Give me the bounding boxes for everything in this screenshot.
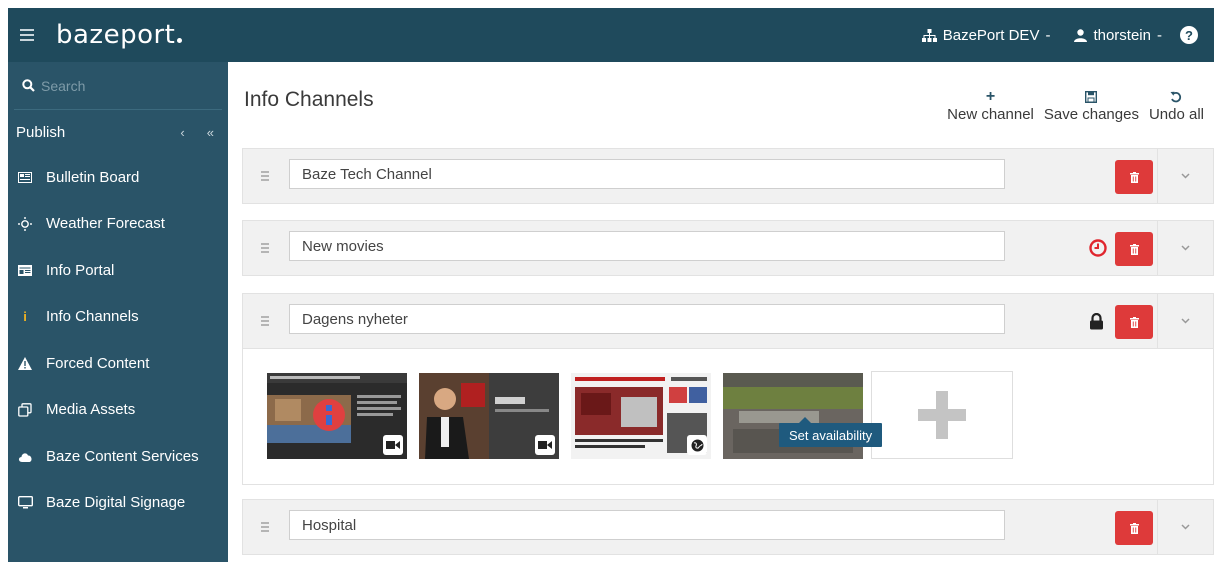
drag-handle-icon[interactable] bbox=[261, 522, 269, 534]
channel-name-input[interactable] bbox=[289, 510, 1005, 540]
chevron-down-icon bbox=[1181, 318, 1190, 324]
content-thumbnail[interactable] bbox=[571, 373, 711, 459]
user-label: thorstein bbox=[1093, 26, 1151, 44]
trash-icon bbox=[1129, 171, 1139, 183]
sidebar-item-label: Baze Content Services bbox=[46, 447, 199, 465]
menu-icon[interactable] bbox=[20, 29, 34, 41]
top-right-menu: BazePort DEV - thorstein - ? bbox=[910, 8, 1214, 62]
channel-name-input[interactable] bbox=[289, 304, 1005, 334]
plus-icon bbox=[918, 391, 966, 439]
channel-name-input[interactable] bbox=[289, 231, 1005, 261]
tenant-caret: - bbox=[1045, 26, 1051, 44]
set-availability-tooltip: Set availability bbox=[779, 417, 883, 447]
delete-channel-button[interactable] bbox=[1115, 511, 1153, 545]
logo-dot bbox=[177, 38, 183, 43]
main-content: Info Channels + New channel Save changes… bbox=[228, 62, 1214, 562]
channel-row bbox=[242, 499, 1214, 555]
monitor-icon bbox=[17, 496, 33, 509]
save-changes-label: Save changes bbox=[1043, 106, 1139, 123]
clock-icon[interactable] bbox=[1089, 239, 1107, 262]
sidebar-search bbox=[14, 62, 222, 110]
expand-channel-button[interactable] bbox=[1157, 294, 1213, 348]
undo-icon bbox=[1170, 91, 1182, 103]
sidebar-section-publish: Publish ‹ « bbox=[8, 110, 228, 154]
sidebar-item-label: Forced Content bbox=[46, 354, 150, 372]
expand-channel-button[interactable] bbox=[1157, 500, 1213, 554]
undo-all-label: Undo all bbox=[1148, 106, 1204, 123]
channel-name-input[interactable] bbox=[289, 159, 1005, 189]
lock-icon[interactable] bbox=[1089, 312, 1104, 335]
content-thumbnail[interactable] bbox=[267, 373, 407, 459]
chevron-down-icon bbox=[1181, 524, 1190, 530]
drag-handle-icon[interactable] bbox=[261, 171, 269, 183]
sidebar-item-label: Info Channels bbox=[46, 308, 139, 326]
sidebar-item-media-assets[interactable]: Media Assets bbox=[8, 387, 228, 434]
search-icon bbox=[22, 79, 35, 92]
sidebar-item-baze-content-services[interactable]: Baze Content Services bbox=[8, 433, 228, 480]
chevron-down-icon bbox=[1181, 173, 1190, 179]
page-title: Info Channels bbox=[244, 88, 374, 111]
sidebar-item-label: Media Assets bbox=[46, 401, 136, 419]
sidebar-item-info-channels[interactable]: i Info Channels bbox=[8, 294, 228, 341]
sidebar-item-info-portal[interactable]: Info Portal bbox=[8, 247, 228, 294]
info-icon: i bbox=[23, 309, 27, 325]
weather-icon bbox=[18, 216, 32, 231]
trash-icon bbox=[1129, 243, 1139, 255]
sidebar-item-baze-digital-signage[interactable]: Baze Digital Signage bbox=[8, 480, 228, 527]
toolbar: + New channel Save changes Undo all bbox=[947, 88, 1204, 123]
new-channel-button[interactable]: + New channel bbox=[947, 88, 1034, 123]
channel-row bbox=[242, 148, 1214, 204]
plus-icon: + bbox=[985, 88, 996, 105]
warning-icon bbox=[18, 356, 32, 370]
channel-row bbox=[242, 293, 1214, 349]
tenant-label: BazePort DEV bbox=[942, 26, 1040, 44]
drag-handle-icon[interactable] bbox=[261, 243, 269, 255]
channel-row bbox=[242, 220, 1214, 276]
sidebar-item-forced-content[interactable]: Forced Content bbox=[8, 340, 228, 387]
section-label: Publish bbox=[16, 123, 66, 141]
channel-content-panel: Set availability bbox=[242, 349, 1214, 485]
undo-all-button[interactable]: Undo all bbox=[1149, 88, 1204, 123]
collapse-all-icon[interactable]: « bbox=[207, 125, 214, 140]
sidebar-item-label: Baze Digital Signage bbox=[46, 494, 186, 512]
delete-channel-button[interactable] bbox=[1115, 232, 1153, 266]
sidebar-item-label: Weather Forecast bbox=[46, 215, 165, 233]
bulletin-board-icon bbox=[18, 171, 32, 183]
user-icon bbox=[1074, 28, 1088, 42]
user-dropdown[interactable]: thorstein - bbox=[1062, 27, 1174, 44]
sidebar-item-label: Bulletin Board bbox=[46, 168, 140, 186]
drag-handle-icon[interactable] bbox=[261, 316, 269, 328]
content-thumbnail[interactable] bbox=[419, 373, 559, 459]
add-content-button[interactable] bbox=[871, 371, 1013, 459]
delete-channel-button[interactable] bbox=[1115, 160, 1153, 194]
cloud-icon bbox=[18, 453, 32, 462]
new-channel-label: New channel bbox=[947, 106, 1034, 123]
logo: bazeport bbox=[56, 20, 183, 50]
logo-text: bazeport bbox=[56, 20, 176, 50]
save-changes-button[interactable]: Save changes bbox=[1044, 88, 1139, 123]
sidebar-item-weather-forecast[interactable]: Weather Forecast bbox=[8, 201, 228, 248]
user-caret: - bbox=[1157, 26, 1162, 44]
trash-icon bbox=[1129, 316, 1139, 328]
top-bar: bazeport BazePort DEV - thorstein - ? bbox=[8, 8, 1214, 62]
search-input[interactable] bbox=[41, 77, 211, 94]
collapse-icon[interactable]: ‹ bbox=[180, 125, 184, 140]
sidebar: Publish ‹ « Bulletin Board Weather Forec… bbox=[8, 62, 228, 562]
save-icon bbox=[1085, 90, 1098, 104]
expand-channel-button[interactable] bbox=[1157, 221, 1213, 275]
portal-icon bbox=[18, 264, 32, 276]
globe-icon bbox=[687, 435, 707, 455]
tenant-dropdown[interactable]: BazePort DEV - bbox=[910, 27, 1063, 44]
expand-channel-button[interactable] bbox=[1157, 149, 1213, 203]
video-icon bbox=[383, 435, 403, 455]
sidebar-item-label: Info Portal bbox=[46, 261, 115, 279]
video-icon bbox=[535, 435, 555, 455]
sidebar-item-bulletin-board[interactable]: Bulletin Board bbox=[8, 154, 228, 201]
chevron-down-icon bbox=[1181, 245, 1190, 251]
media-assets-icon bbox=[18, 402, 32, 417]
delete-channel-button[interactable] bbox=[1115, 305, 1153, 339]
help-icon[interactable]: ? bbox=[1180, 26, 1198, 44]
trash-icon bbox=[1129, 522, 1139, 534]
sitemap-icon bbox=[921, 28, 937, 42]
